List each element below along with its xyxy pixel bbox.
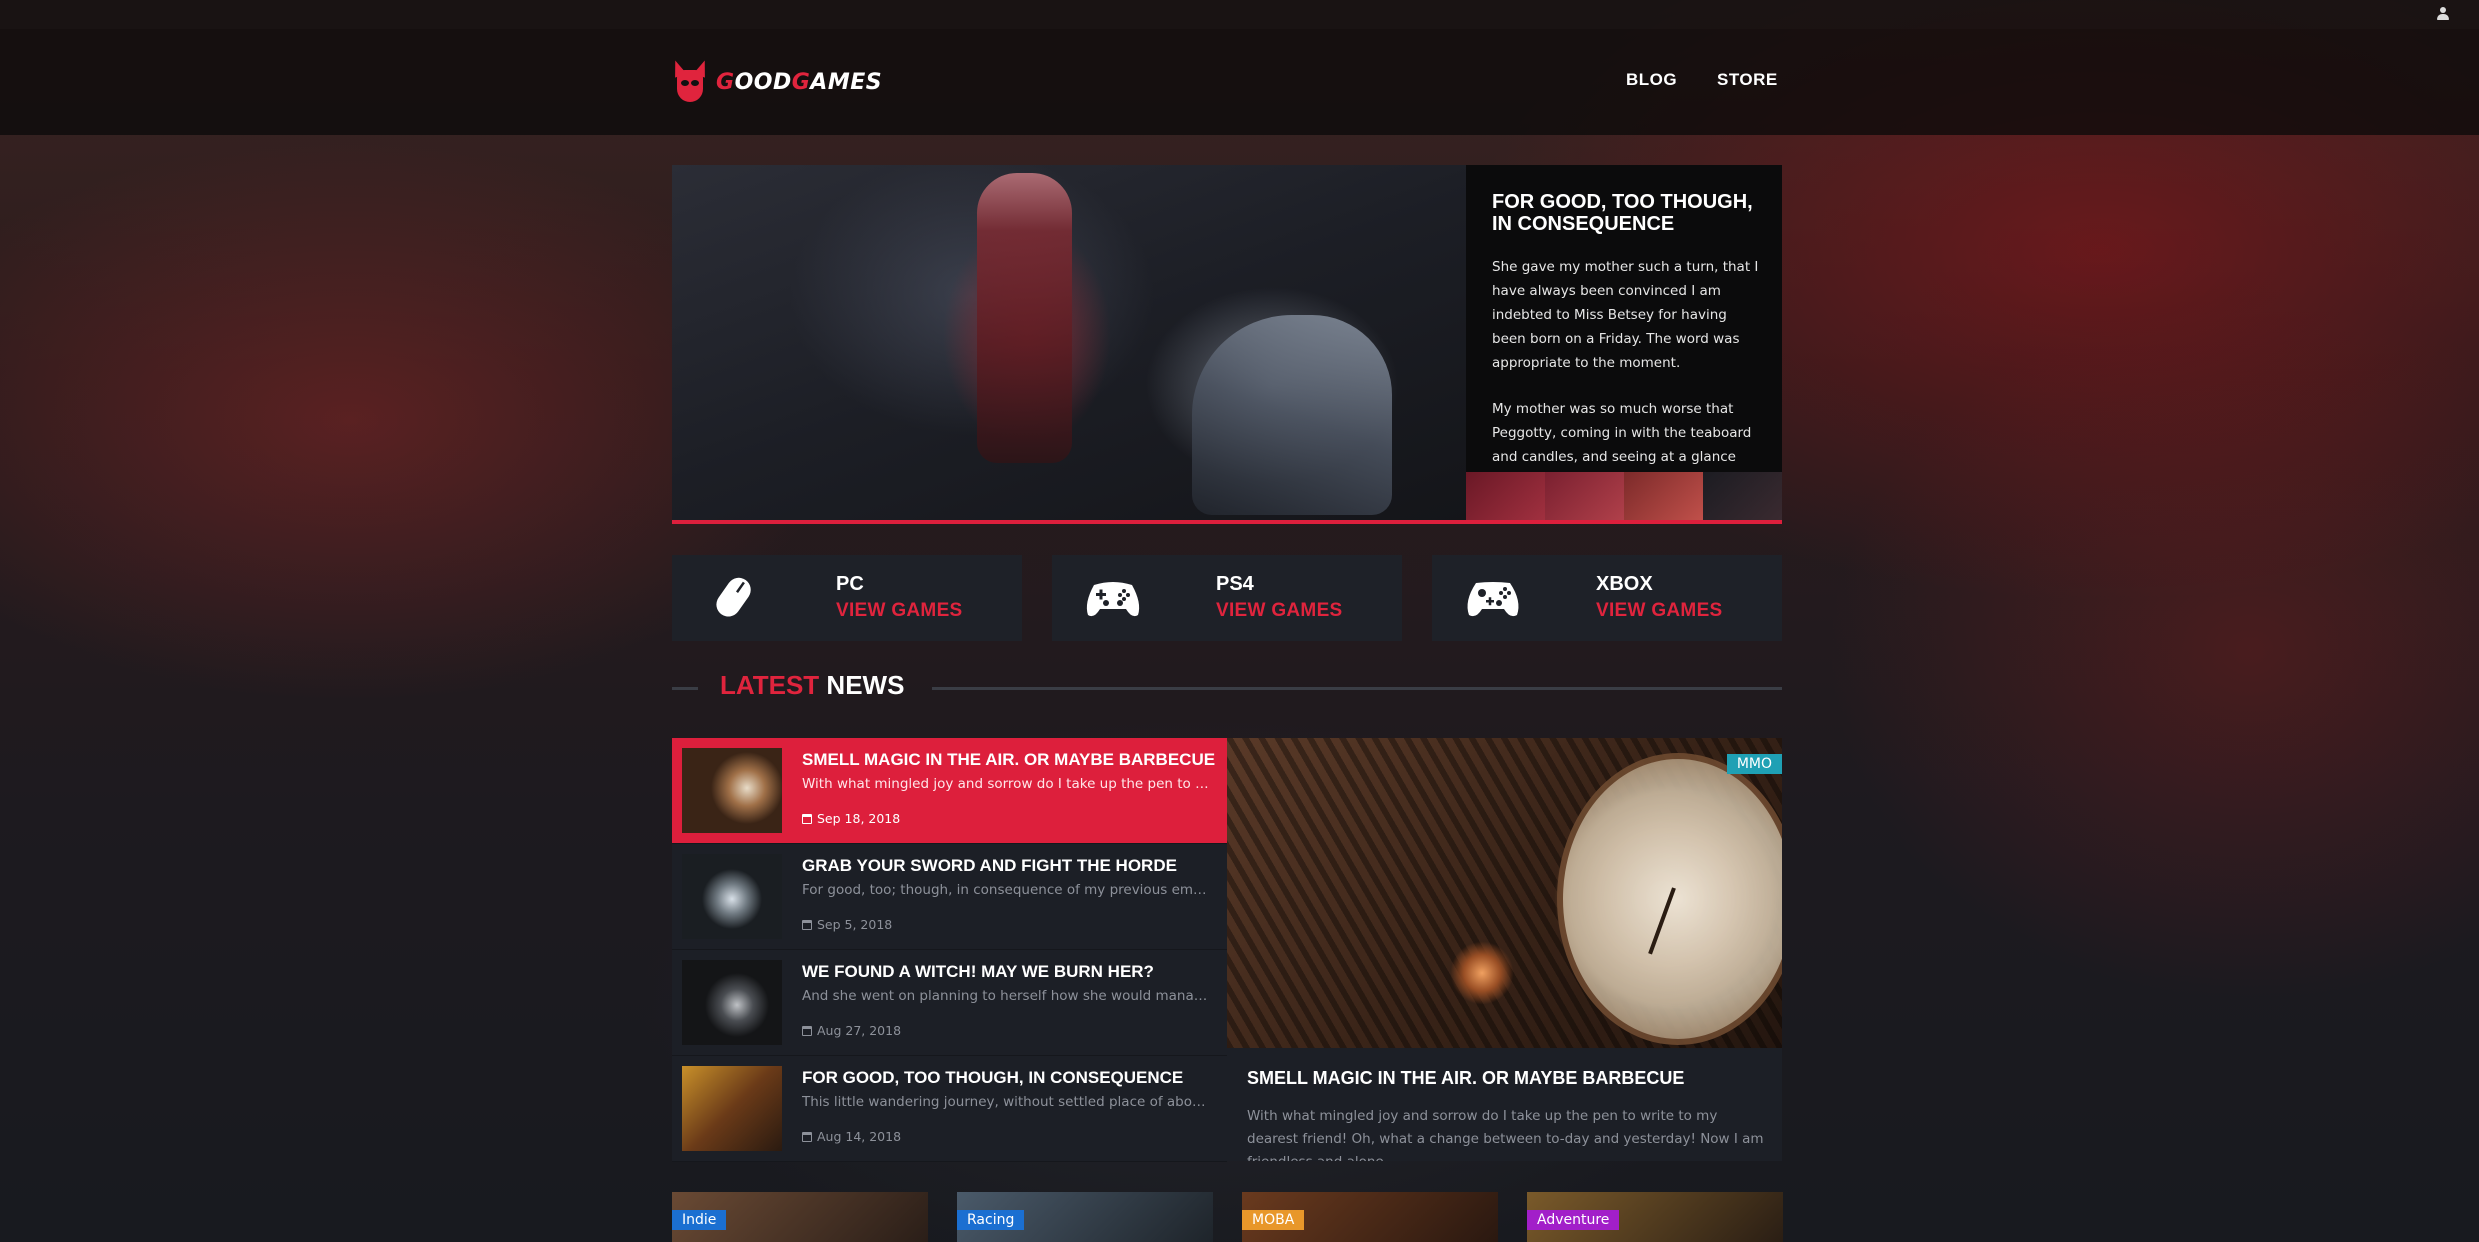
hero-thumbnail[interactable]	[1545, 472, 1624, 520]
user-icon[interactable]	[2435, 6, 2451, 22]
mouse-icon	[716, 577, 751, 617]
view-games-link[interactable]: VIEW GAMES	[1216, 600, 1343, 622]
news-item[interactable]: GRAB YOUR SWORD AND FIGHT THE HORDE For …	[672, 844, 1227, 950]
category-tile[interactable]: Adventure	[1527, 1192, 1783, 1242]
hero-accent-bar	[672, 520, 1782, 524]
platform-card-ps4[interactable]: PS4 VIEW GAMES	[1052, 555, 1402, 641]
category-tag[interactable]: MMO	[1726, 754, 1782, 774]
platform-name: XBOX	[1596, 573, 1653, 595]
featured-excerpt: With what mingled joy and sorrow do I ta…	[1247, 1108, 1764, 1161]
news-item[interactable]: WE FOUND A WITCH! MAY WE BURN HER? And s…	[672, 950, 1227, 1056]
category-tile[interactable]: Indie	[672, 1192, 928, 1242]
news-thumbnail	[682, 1066, 782, 1151]
site-logo[interactable]: GOODGAMES	[669, 58, 883, 106]
news-date: Aug 14, 2018	[802, 1129, 901, 1144]
view-games-link[interactable]: VIEW GAMES	[836, 600, 963, 622]
top-bar	[0, 0, 2479, 29]
nav-blog[interactable]: BLOG	[1626, 70, 1677, 90]
news-excerpt: For good, too; though, in consequence of…	[802, 882, 1214, 898]
logo-text: GOODGAMES	[716, 69, 883, 95]
category-tile[interactable]: MOBA	[1242, 1192, 1498, 1242]
site-header	[0, 29, 2479, 135]
featured-news[interactable]: MMO SMELL MAGIC IN THE AIR. OR MAYBE BAR…	[1227, 738, 1782, 1161]
calendar-icon	[802, 1025, 812, 1036]
gamepad-icon	[1086, 582, 1140, 617]
platform-card-pc[interactable]: PC VIEW GAMES	[672, 555, 1022, 641]
news-title: WE FOUND A WITCH! MAY WE BURN HER?	[802, 962, 1154, 981]
category-tag[interactable]: MOBA	[1242, 1210, 1305, 1230]
news-date: Sep 5, 2018	[802, 917, 892, 932]
news-title: FOR GOOD, TOO THOUGH, IN CONSEQUENCE	[802, 1068, 1184, 1087]
category-tile[interactable]: Racing	[957, 1192, 1213, 1242]
hero-slider[interactable]: FOR GOOD, TOO THOUGH, IN CONSEQUENCE She…	[672, 165, 1782, 523]
featured-image	[1227, 738, 1782, 1048]
category-tag[interactable]: Indie	[672, 1210, 727, 1230]
section-divider	[932, 687, 1782, 690]
news-excerpt: And she went on planning to herself how …	[802, 988, 1214, 1004]
hero-image	[672, 165, 1466, 523]
hero-title: FOR GOOD, TOO THOUGH, IN CONSEQUENCE	[1492, 191, 1753, 235]
calendar-icon	[802, 813, 812, 824]
calendar-icon	[802, 1131, 812, 1142]
news-date: Aug 27, 2018	[802, 1023, 901, 1038]
news-list: SMELL MAGIC IN THE AIR. OR MAYBE BARBECU…	[672, 738, 1227, 1162]
platform-name: PC	[836, 573, 864, 595]
category-tag[interactable]: Racing	[957, 1210, 1025, 1230]
xbox-controller-icon	[1467, 582, 1519, 617]
hero-thumbnail[interactable]	[1466, 472, 1545, 520]
news-excerpt: With what mingled joy and sorrow do I ta…	[802, 776, 1214, 792]
calendar-icon	[802, 919, 812, 930]
news-title: SMELL MAGIC IN THE AIR. OR MAYBE BARBECU…	[802, 750, 1216, 769]
news-title: GRAB YOUR SWORD AND FIGHT THE HORDE	[802, 856, 1177, 875]
news-thumbnail	[682, 854, 782, 939]
hero-thumbnail[interactable]	[1624, 472, 1703, 520]
category-tag[interactable]: Adventure	[1527, 1210, 1620, 1230]
platform-card-xbox[interactable]: XBOX VIEW GAMES	[1432, 555, 1782, 641]
section-divider	[672, 687, 698, 690]
hero-thumbnails	[1466, 472, 1782, 520]
news-item[interactable]: SMELL MAGIC IN THE AIR. OR MAYBE BARBECU…	[672, 738, 1227, 844]
section-title-latest-news: LATEST NEWS	[720, 670, 905, 700]
hero-paragraph: My mother was so much worse that Peggott…	[1492, 401, 1752, 465]
demon-logo-icon	[669, 58, 711, 106]
hero-paragraph: She gave my mother such a turn, that I h…	[1492, 259, 1759, 371]
view-games-link[interactable]: VIEW GAMES	[1596, 600, 1723, 622]
news-excerpt: This little wandering journey, without s…	[802, 1094, 1214, 1110]
news-date: Sep 18, 2018	[802, 811, 900, 826]
hero-caption: FOR GOOD, TOO THOUGH, IN CONSEQUENCE She…	[1466, 165, 1782, 523]
featured-title: SMELL MAGIC IN THE AIR. OR MAYBE BARBECU…	[1247, 1068, 1685, 1088]
news-thumbnail	[682, 960, 782, 1045]
hero-thumbnail[interactable]	[1703, 472, 1782, 520]
news-item[interactable]: FOR GOOD, TOO THOUGH, IN CONSEQUENCE Thi…	[672, 1056, 1227, 1162]
platform-name: PS4	[1216, 573, 1254, 595]
news-thumbnail	[682, 748, 782, 833]
nav-store[interactable]: STORE	[1717, 70, 1778, 90]
